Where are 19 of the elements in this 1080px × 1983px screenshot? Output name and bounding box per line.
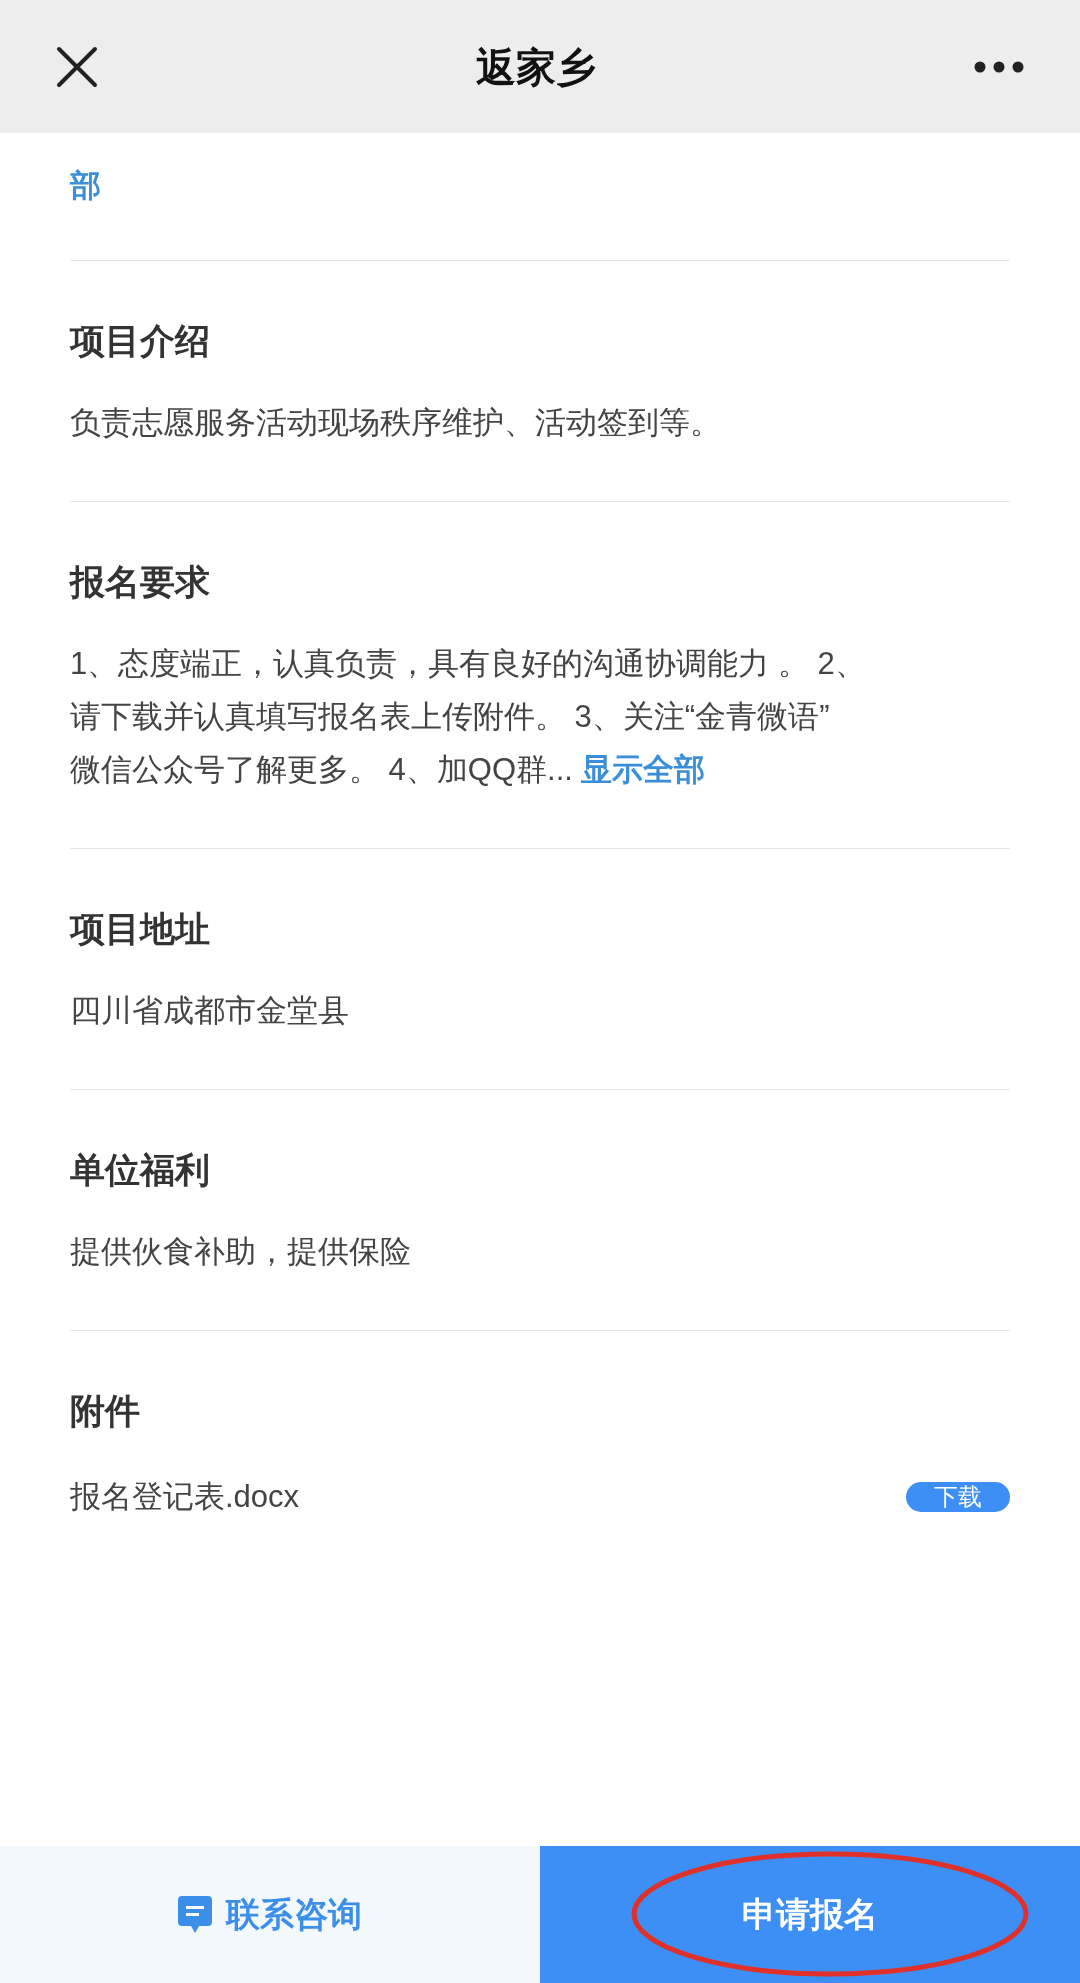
- section-title: 报名要求: [70, 560, 211, 603]
- consult-button[interactable]: 联系咨询: [0, 1846, 540, 1983]
- section-title: 项目地址: [70, 907, 211, 950]
- download-button[interactable]: 下载: [906, 1481, 1010, 1512]
- section-title: 单位福利: [70, 1148, 211, 1191]
- show-all-link[interactable]: 部: [70, 168, 101, 203]
- section-title: 项目介绍: [70, 319, 211, 362]
- section-text: 四川省成都市金堂县: [70, 991, 350, 1030]
- chat-icon: [178, 1895, 212, 1934]
- file-name: 报名登记表.docx: [70, 1477, 300, 1516]
- show-all-link[interactable]: 显示全部: [580, 751, 705, 787]
- section-text: 提供伙食补助，提供保险: [70, 1232, 412, 1271]
- more-icon[interactable]: [974, 60, 1024, 73]
- section-text: 负责志愿服务活动现场秩序维护、活动签到等。: [70, 403, 722, 442]
- apply-button[interactable]: 申请报名: [540, 1846, 1080, 1983]
- close-icon[interactable]: [56, 45, 98, 88]
- section-title: 附件: [70, 1389, 141, 1432]
- section-text: 1、态度端正，认真负责，具有良好的沟通协调能力 。 2、 请下载并认真填写报名表上传附件。 3、关注“金青微语” 微信公众号了解更多。 4、加QQ群... 显示全部: [70, 644, 867, 789]
- page-title: 返家乡: [476, 43, 596, 91]
